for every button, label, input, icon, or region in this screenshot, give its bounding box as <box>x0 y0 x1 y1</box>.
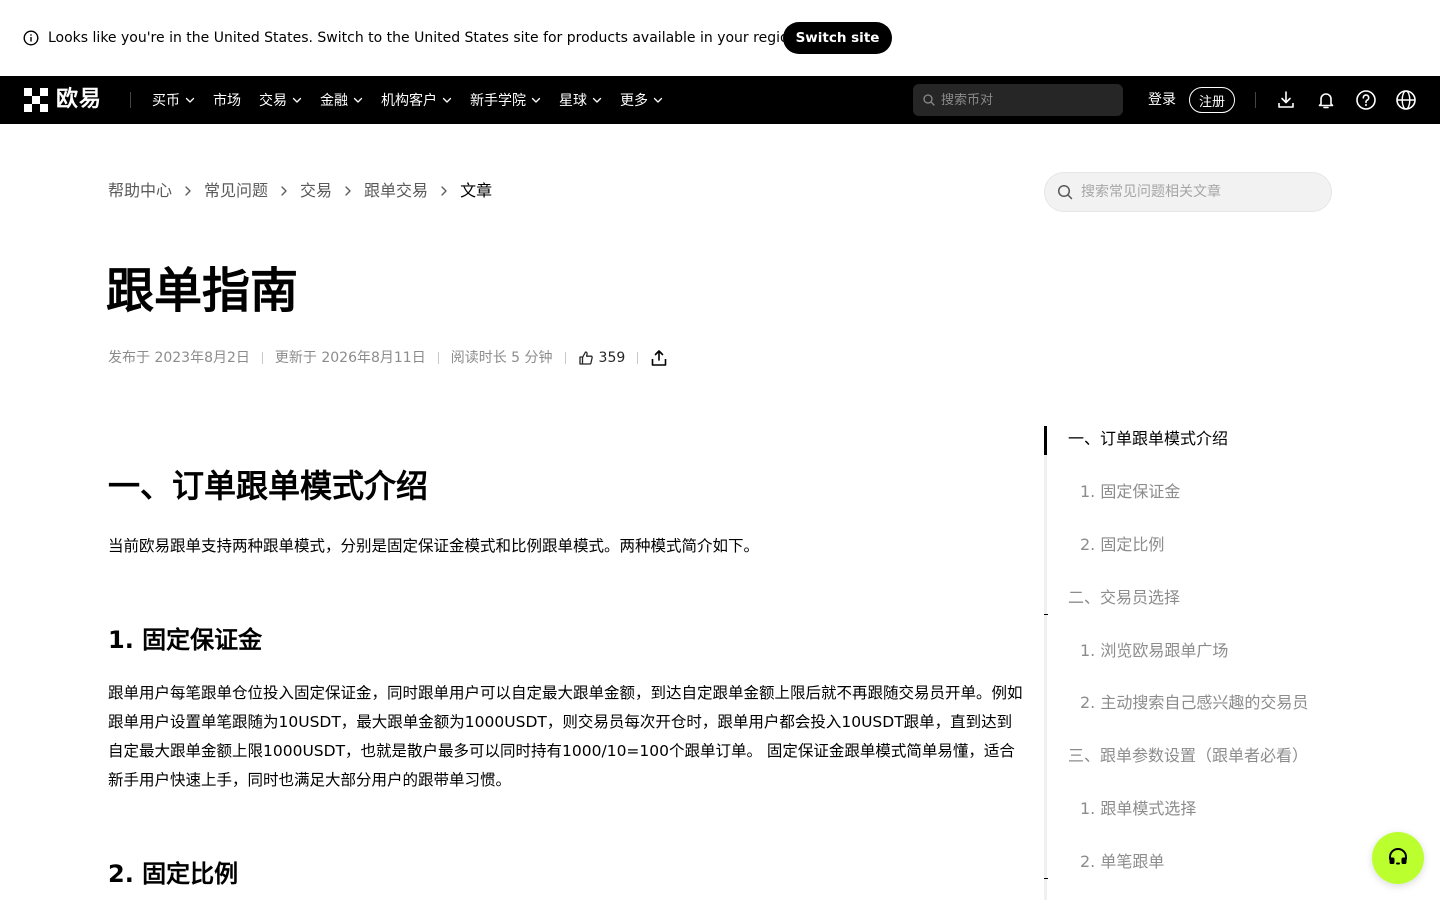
chevron-down-icon <box>353 97 363 103</box>
chevron-down-icon <box>292 97 302 103</box>
chevron-right-icon <box>281 186 287 196</box>
breadcrumb-item[interactable]: 跟单交易 <box>364 180 428 202</box>
info-icon <box>23 30 39 46</box>
nav-item-label: 更多 <box>620 93 648 109</box>
subsection-body: 跟单用户每笔跟单仓位投入固定保证金，同时跟单用户可以自定最大跟单金额，到达自定跟… <box>108 684 1023 789</box>
nav-item-label: 机构客户 <box>381 93 437 109</box>
search-icon <box>1057 184 1073 200</box>
breadcrumb-item[interactable]: 交易 <box>300 180 332 202</box>
register-button[interactable]: 注册 <box>1189 87 1235 113</box>
meta-divider <box>564 352 566 364</box>
toc-item[interactable]: 三、跟单参数设置（跟单者必看） <box>1068 744 1308 768</box>
meta-divider <box>261 352 263 364</box>
subsection-heading: 2. 固定比例 <box>108 860 239 888</box>
toc-item[interactable]: 2. 单笔跟单 <box>1080 850 1164 874</box>
nav-item-4[interactable]: 机构客户 <box>381 90 452 110</box>
logo[interactable]: 欧易 <box>24 88 102 112</box>
region-message: Looks like you're in the United States. … <box>48 30 802 46</box>
nav-item-label: 交易 <box>259 93 287 109</box>
updated-date: 更新于 2026年8月11日 <box>274 350 426 366</box>
section-intro: 当前欧易跟单支持两种跟单模式，分别是固定保证金模式和比例跟单模式。两种模式简介如… <box>108 537 760 555</box>
faq-search-input[interactable] <box>1081 184 1321 200</box>
share-icon[interactable] <box>650 349 668 367</box>
support-chat-button[interactable] <box>1372 832 1424 884</box>
toc-track <box>1044 426 1047 900</box>
search-icon <box>923 94 935 106</box>
meta-divider <box>637 352 639 364</box>
nav-item-label: 金融 <box>320 93 348 109</box>
faq-search[interactable] <box>1044 172 1332 212</box>
article-meta: 发布于 2023年8月2日 更新于 2026年8月11日 阅读时长 5 分钟 3… <box>108 348 668 368</box>
nav-item-2[interactable]: 交易 <box>259 90 302 110</box>
nav-item-6[interactable]: 星球 <box>559 90 602 110</box>
chevron-down-icon <box>653 97 663 103</box>
switch-site-button[interactable]: Switch site <box>783 22 892 54</box>
chevron-down-icon <box>442 97 452 103</box>
nav-divider <box>130 92 131 108</box>
toc-item[interactable]: 2. 主动搜索自己感兴趣的交易员 <box>1080 691 1308 715</box>
chevron-down-icon <box>531 97 541 103</box>
nav-item-label: 星球 <box>559 93 587 109</box>
chevron-down-icon <box>592 97 602 103</box>
subsection-heading: 1. 固定保证金 <box>108 626 263 654</box>
okx-logo-icon <box>24 88 48 112</box>
breadcrumb-item: 文章 <box>460 181 493 200</box>
thumbs-up-icon <box>578 351 593 365</box>
toc-item[interactable]: 1. 跟单模式选择 <box>1080 797 1196 821</box>
chevron-right-icon <box>185 186 191 196</box>
section-heading: 一、订单跟单模式介绍 <box>108 467 429 505</box>
like-button[interactable]: 359 <box>578 348 626 368</box>
toc-item[interactable]: 1. 浏览欧易跟单广场 <box>1080 639 1228 663</box>
nav-item-3[interactable]: 金融 <box>320 90 363 110</box>
nav-item-label: 买币 <box>152 93 180 109</box>
toc-active-indicator <box>1044 426 1047 455</box>
toc-section-tick <box>1044 878 1048 879</box>
breadcrumb-item[interactable]: 常见问题 <box>204 180 268 202</box>
like-count: 359 <box>598 350 626 366</box>
nav-item-1[interactable]: 市场 <box>213 90 241 110</box>
headset-icon <box>1389 848 1407 865</box>
nav-divider <box>1255 92 1256 108</box>
toc-item[interactable]: 2. 固定比例 <box>1080 533 1164 557</box>
download-icon[interactable] <box>1275 89 1297 111</box>
login-link[interactable]: 登录 <box>1148 90 1176 110</box>
nav-item-0[interactable]: 买币 <box>152 90 195 110</box>
brand-name: 欧易 <box>56 87 103 112</box>
read-time: 阅读时长 5 分钟 <box>450 350 553 366</box>
bell-icon[interactable] <box>1315 89 1337 111</box>
top-nav: 欧易 买币 市场 交易 金融 机构客户 新手学院 星球 更多 登录 注册 <box>0 76 1440 124</box>
toc-item[interactable]: 一、订单跟单模式介绍 <box>1068 427 1228 451</box>
chevron-down-icon <box>185 97 195 103</box>
breadcrumb-item[interactable]: 帮助中心 <box>108 180 172 202</box>
breadcrumb: 帮助中心 常见问题 交易 跟单交易 文章 <box>108 180 492 202</box>
meta-divider <box>437 352 439 364</box>
nav-menu: 买币 市场 交易 金融 机构客户 新手学院 星球 更多 <box>152 76 681 124</box>
nav-item-7[interactable]: 更多 <box>620 90 663 110</box>
toc-item[interactable]: 1. 固定保证金 <box>1080 480 1180 504</box>
globe-icon[interactable] <box>1395 89 1417 111</box>
article-title: 跟单指南 <box>106 263 299 319</box>
chevron-right-icon <box>345 186 351 196</box>
nav-item-label: 新手学院 <box>470 93 526 109</box>
nav-item-5[interactable]: 新手学院 <box>470 90 541 110</box>
help-icon[interactable] <box>1355 89 1377 111</box>
chevron-right-icon <box>441 186 447 196</box>
toc-section-tick <box>1044 614 1048 615</box>
toc-item[interactable]: 二、交易员选择 <box>1068 586 1180 610</box>
region-banner: Looks like you're in the United States. … <box>0 0 1440 76</box>
pair-search[interactable] <box>913 84 1123 116</box>
pair-search-input[interactable] <box>941 92 1111 108</box>
published-date: 发布于 2023年8月2日 <box>108 350 250 366</box>
nav-item-label: 市场 <box>213 93 241 109</box>
